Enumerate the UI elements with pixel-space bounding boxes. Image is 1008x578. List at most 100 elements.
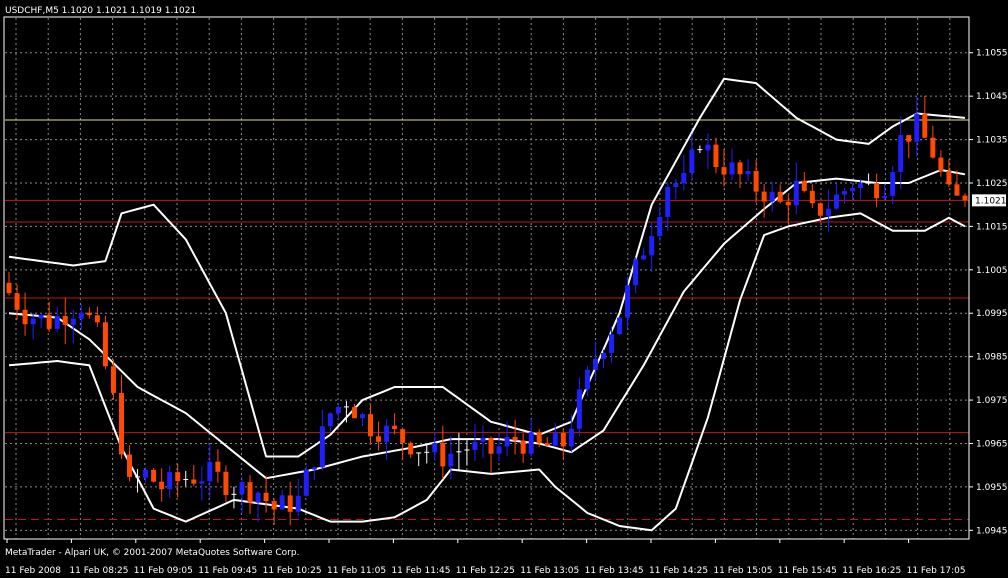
- x-tick-label: 11 Feb 17:05: [907, 566, 966, 576]
- x-tick-label: 11 Feb 16:25: [842, 566, 901, 576]
- x-tick-label: 11 Feb 09:45: [198, 566, 257, 576]
- candle-body: [809, 190, 815, 204]
- candle-body: [625, 285, 631, 318]
- candle-body: [432, 443, 438, 453]
- candle-body: [480, 437, 486, 442]
- candle-body: [753, 170, 759, 192]
- candle-body: [6, 282, 12, 294]
- y-tick-label: 1.1035: [976, 136, 1008, 146]
- candle-body: [359, 414, 365, 419]
- candle-body: [319, 426, 325, 468]
- candle-body: [769, 191, 775, 202]
- candle-body: [384, 425, 390, 442]
- candle-body: [833, 194, 839, 209]
- candle: [303, 466, 309, 497]
- candle-body: [568, 428, 574, 447]
- candle-body: [102, 322, 108, 367]
- candle-body: [890, 172, 896, 196]
- x-tick-label: 11 Feb 13:45: [585, 566, 644, 576]
- candle-body: [657, 216, 663, 237]
- candle-body: [392, 425, 398, 430]
- x-tick-label: 11 Feb 10:25: [263, 566, 322, 576]
- x-tick-label: 11 Feb 13:05: [520, 566, 579, 576]
- candle-body: [874, 183, 880, 199]
- y-tick-label: 1.1005: [976, 266, 1008, 276]
- candle-body: [633, 259, 639, 286]
- candle-body: [705, 144, 711, 151]
- x-tick-label: 11 Feb 12:25: [456, 566, 515, 576]
- candle-body: [46, 314, 52, 329]
- candle-body: [30, 318, 36, 325]
- candle-body: [38, 314, 44, 319]
- y-tick-label: 1.1015: [976, 222, 1008, 232]
- y-tick-label: 1.0995: [976, 309, 1008, 319]
- x-tick-label: 11 Feb 15:45: [778, 566, 837, 576]
- candle-body: [223, 471, 229, 495]
- candle-body: [673, 183, 679, 188]
- candle-body: [520, 440, 526, 454]
- candle-body: [448, 453, 454, 467]
- copyright-text: MetaTrader - Alpari UK, © 2001-2007 Meta…: [5, 548, 299, 558]
- candle-body: [617, 317, 623, 335]
- candle-body: [408, 442, 414, 455]
- y-tick-label: 1.0945: [976, 526, 1008, 536]
- candle-body: [825, 208, 831, 216]
- candle-body: [247, 482, 253, 503]
- candle-body: [327, 413, 333, 427]
- candle: [102, 315, 108, 370]
- chart-title: USDCHF,M5 1.1020 1.1021 1.1019 1.1021: [5, 6, 196, 16]
- candle-body: [376, 436, 382, 442]
- candle-body: [70, 318, 76, 325]
- candle-body: [311, 467, 317, 470]
- candle-body: [167, 472, 173, 490]
- candle-body: [303, 469, 309, 496]
- x-tick-label: 11 Feb 08:25: [69, 566, 128, 576]
- candle-body: [14, 293, 20, 310]
- candle-body: [22, 309, 28, 325]
- current-price-tag: 1.1021: [972, 194, 1007, 207]
- candle-body: [785, 201, 791, 206]
- candle-body: [938, 157, 944, 171]
- candle-body: [914, 113, 920, 142]
- candle-body: [737, 162, 743, 175]
- candle-body: [151, 469, 157, 482]
- price-chart[interactable]: 1.1055 1.1045 1.1035 1.1025 1.1015 1.1005 1.09…: [0, 0, 1008, 578]
- candle-body: [681, 172, 687, 184]
- candle-body: [649, 236, 655, 256]
- candle-body: [665, 187, 671, 217]
- candle-body: [898, 135, 904, 173]
- candle-body: [175, 472, 181, 482]
- candle: [151, 468, 157, 483]
- candle-body: [954, 184, 960, 196]
- y-tick-label: 1.1045: [976, 92, 1008, 102]
- candle-body: [295, 495, 301, 512]
- candle-body: [351, 407, 357, 419]
- candle-body: [962, 195, 968, 201]
- candle-body: [118, 392, 124, 455]
- x-tick-label: 11 Feb 09:05: [134, 566, 193, 576]
- candle-body: [159, 481, 165, 490]
- candle-body: [271, 501, 277, 510]
- y-tick-label: 1.0955: [976, 483, 1008, 493]
- candle-body: [496, 446, 502, 454]
- candle-body: [191, 479, 197, 484]
- candle-body: [609, 334, 615, 353]
- candle-body: [400, 429, 406, 443]
- candle-body: [207, 461, 213, 482]
- candle-body: [512, 436, 518, 441]
- candle-body: [335, 406, 341, 414]
- chart-window: 1.1055 1.1045 1.1035 1.1025 1.1015 1.1005 1.09…: [0, 0, 1008, 578]
- candle-body: [368, 414, 374, 437]
- current-price-value: 1.1021: [975, 196, 1007, 206]
- x-tick-label: 11 Feb 2008: [5, 566, 61, 576]
- candle-body: [777, 191, 783, 202]
- x-tick-label: 11 Feb 11:45: [391, 566, 450, 576]
- candle-body: [528, 432, 534, 454]
- candle-body: [850, 187, 856, 192]
- candle-body: [584, 369, 590, 390]
- candle-body: [560, 432, 566, 447]
- candle-body: [78, 312, 84, 319]
- y-tick-label: 1.0965: [976, 439, 1008, 449]
- candle-body: [817, 203, 823, 216]
- candle: [617, 317, 623, 336]
